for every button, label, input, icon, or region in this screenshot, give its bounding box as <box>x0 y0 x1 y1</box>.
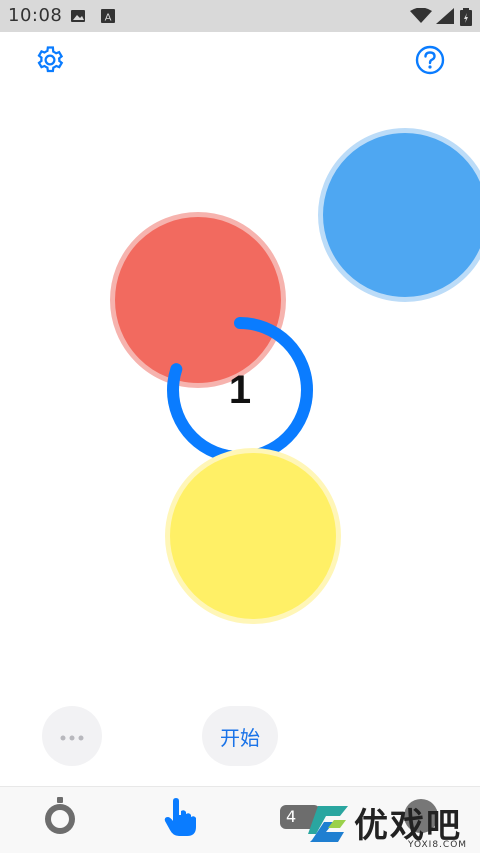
battery-icon <box>460 8 472 26</box>
start-button[interactable]: 开始 <box>202 706 278 766</box>
image-icon <box>70 8 86 24</box>
nav-tap[interactable] <box>158 797 202 841</box>
watermark-logo: 优戏吧 YOXI8.COM <box>296 792 480 853</box>
app-screen: 10:08 A 1 开始 4 优戏吧 YOXI8.COM <box>0 0 480 853</box>
cell-signal-icon <box>436 8 454 24</box>
help-circle-icon <box>414 44 446 80</box>
countdown-number: 1 <box>228 367 252 412</box>
blue-circle[interactable] <box>318 128 480 302</box>
watermark-mark-icon <box>308 806 348 842</box>
nav-target[interactable] <box>38 797 82 841</box>
help-button[interactable] <box>412 44 448 80</box>
status-bar: 10:08 A <box>0 0 480 32</box>
gear-icon <box>35 45 65 79</box>
target-ring-icon <box>42 797 78 841</box>
tap-hand-icon <box>161 797 199 841</box>
watermark-subtext: YOXI8.COM <box>408 840 468 850</box>
wifi-icon <box>410 7 432 24</box>
settings-button[interactable] <box>32 44 68 80</box>
more-button[interactable] <box>42 706 102 766</box>
status-time: 10:08 <box>8 5 63 26</box>
text-a-icon: A <box>100 8 116 24</box>
ellipsis-icon <box>59 727 85 746</box>
svg-text:A: A <box>105 13 112 24</box>
yellow-circle[interactable] <box>165 448 341 624</box>
